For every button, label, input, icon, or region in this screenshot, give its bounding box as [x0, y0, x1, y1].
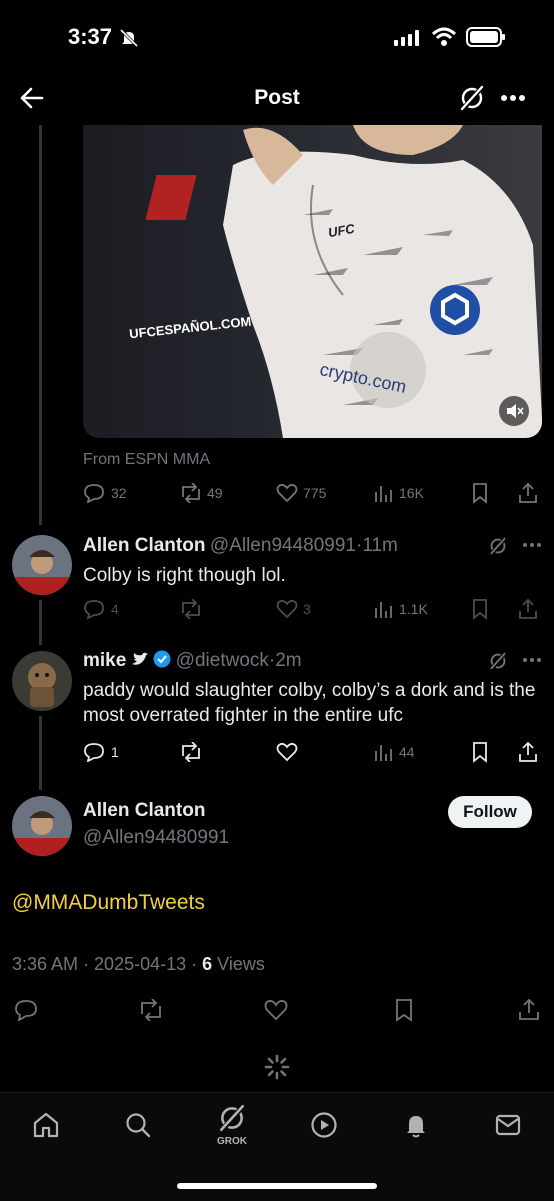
like-icon[interactable] [276, 599, 298, 619]
share-icon[interactable] [517, 598, 539, 620]
post-actions: 32 49 775 16K [83, 481, 543, 505]
user-handle[interactable]: @Allen94480991 [210, 535, 356, 556]
reply-icon[interactable] [83, 599, 105, 619]
like-icon[interactable] [264, 999, 288, 1021]
verified-badge-icon [153, 650, 171, 668]
post-time: 11m [362, 535, 398, 556]
bookmark-icon[interactable] [394, 998, 414, 1022]
like-icon[interactable] [276, 742, 298, 762]
views-label: Views [217, 954, 265, 974]
grok-icon[interactable] [458, 84, 486, 112]
signal-icon [394, 30, 419, 46]
like-count: 775 [303, 485, 327, 501]
reply-text: paddy would slaughter colby, colby’s a d… [83, 680, 536, 726]
thread-line [39, 600, 42, 645]
thread-line [39, 716, 42, 790]
media-source: From ESPN MMA [83, 451, 211, 468]
reply-icon[interactable] [83, 483, 105, 503]
reply-header: mike @dietwock·2m [83, 650, 302, 671]
reply-header: Allen Clanton @Allen94480991·11m [83, 535, 398, 556]
post-time: 2m [275, 650, 302, 671]
repost-icon[interactable] [178, 599, 204, 619]
wifi-icon [431, 27, 457, 46]
repost-count: 49 [207, 485, 223, 501]
reply-icon[interactable] [14, 999, 38, 1021]
loading-spinner-icon [264, 1054, 290, 1080]
like-count: 3 [303, 601, 311, 617]
like-icon[interactable] [276, 483, 298, 503]
messages-envelope-icon[interactable] [494, 1111, 522, 1139]
share-icon[interactable] [517, 741, 539, 763]
status-bar: 3:37 [0, 0, 554, 75]
thread-line [39, 125, 42, 525]
user-handle[interactable]: @dietwock [176, 650, 269, 671]
more-options-icon[interactable] [522, 657, 542, 663]
share-icon[interactable] [517, 482, 539, 504]
user-name[interactable]: Allen Clanton [83, 800, 205, 822]
post-meta: 3:36 AM · 2025-04-13 · 6 Views [12, 954, 265, 974]
views-count: 16K [399, 485, 424, 501]
views-icon[interactable] [374, 483, 392, 503]
views-icon[interactable] [374, 599, 392, 619]
notifications-bell-icon[interactable] [402, 1111, 430, 1139]
home-icon[interactable] [32, 1111, 60, 1139]
avatar-image [12, 651, 72, 711]
reply-actions: 4 3 1.1K [83, 597, 543, 621]
repost-icon[interactable] [178, 742, 204, 762]
reply-text: Colby is right though lol. [83, 565, 286, 586]
grok-icon[interactable] [216, 1103, 248, 1133]
bookmark-icon[interactable] [471, 598, 489, 620]
silent-bell-icon [119, 28, 139, 48]
home-indicator [177, 1183, 377, 1189]
user-name[interactable]: mike [83, 650, 126, 671]
grok-tab-label: GROK [217, 1136, 247, 1147]
reply-count: 4 [111, 601, 119, 617]
video-play-icon[interactable] [310, 1111, 338, 1139]
views-count: 44 [399, 744, 415, 760]
bookmark-icon[interactable] [471, 482, 489, 504]
grok-icon[interactable] [488, 535, 508, 557]
repost-icon[interactable] [137, 999, 165, 1021]
reply-actions: 1 44 [83, 740, 543, 764]
grok-icon[interactable] [488, 650, 508, 672]
mute-button[interactable] [499, 396, 529, 426]
views-count: 6 [202, 954, 213, 974]
avatar-image [12, 796, 72, 856]
user-name[interactable]: Allen Clanton [83, 535, 205, 556]
battery-icon [466, 27, 505, 47]
avatar[interactable] [12, 796, 72, 856]
bird-icon [131, 652, 148, 665]
follow-button[interactable]: Follow [448, 796, 532, 828]
share-icon[interactable] [517, 998, 541, 1022]
main-post-actions [12, 998, 542, 1022]
views-count: 1.1K [399, 601, 428, 617]
avatar[interactable] [12, 535, 72, 595]
reply-count: 1 [111, 744, 119, 760]
reply-icon[interactable] [83, 742, 105, 762]
speaker-muted-icon [507, 404, 524, 418]
post-date: 2025-04-13 [94, 954, 187, 974]
mention-link[interactable]: @MMADumbTweets [12, 891, 205, 915]
more-options-icon[interactable] [500, 94, 526, 102]
video-media[interactable]: UFCESPAÑOL.COM UFC crypto.com [83, 125, 542, 438]
bookmark-icon[interactable] [471, 741, 489, 763]
reply-count: 32 [111, 485, 127, 501]
views-icon[interactable] [374, 742, 392, 762]
search-icon[interactable] [124, 1111, 152, 1139]
status-time: 3:37 [68, 24, 113, 49]
user-handle[interactable]: @Allen94480991 [83, 827, 229, 849]
post-time: 3:36 AM [12, 954, 79, 974]
more-options-icon[interactable] [522, 542, 542, 548]
repost-icon[interactable] [178, 483, 204, 503]
avatar[interactable] [12, 651, 72, 711]
avatar-image [12, 535, 72, 595]
